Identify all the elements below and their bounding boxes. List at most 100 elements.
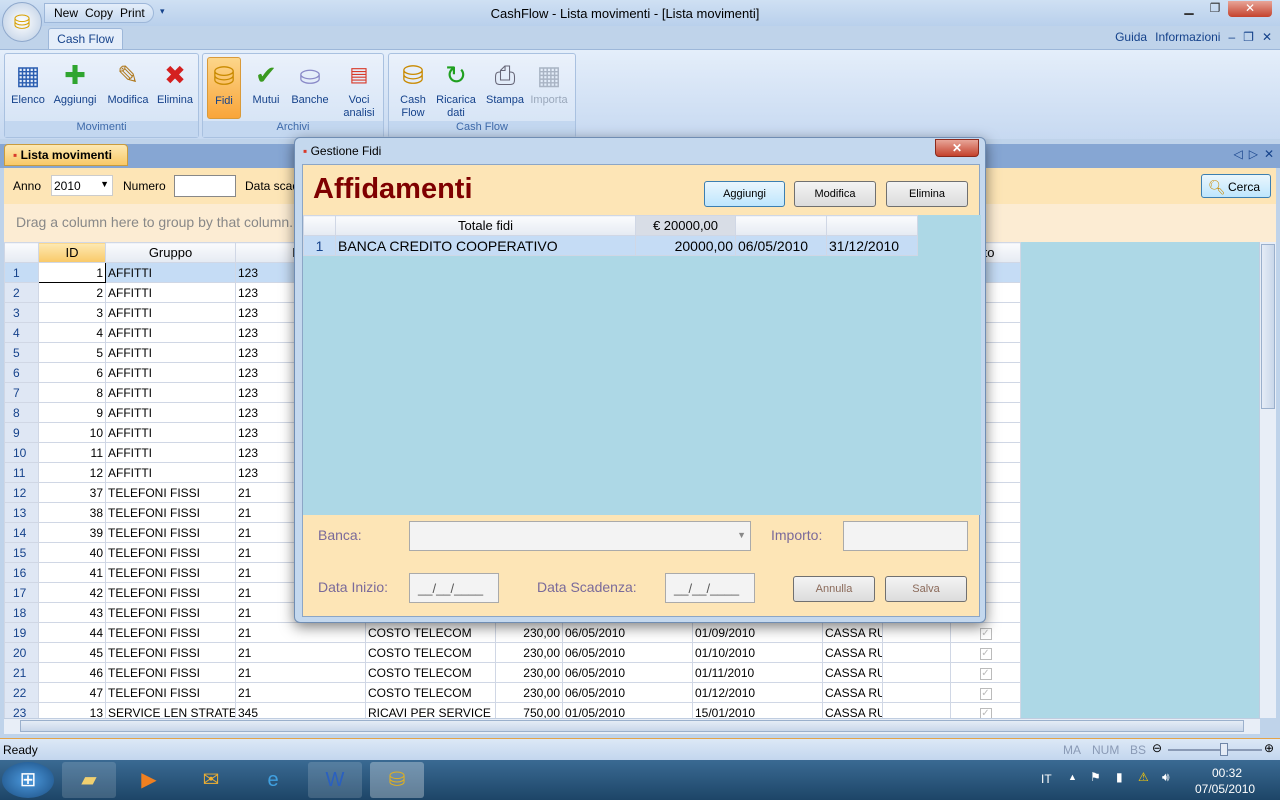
row-header[interactable]: 5 <box>4 342 39 363</box>
cell[interactable]: CASSA RU <box>822 702 883 718</box>
row-header[interactable]: 18 <box>4 602 39 623</box>
zoom-slider-thumb[interactable] <box>1219 743 1228 756</box>
fidi-button[interactable]: ⛁ Fidi <box>207 57 241 119</box>
cell[interactable]: RICAVI PER SERVICE L <box>365 702 496 718</box>
cell[interactable]: TELEFONI FISSI <box>105 662 236 683</box>
row-header[interactable]: 15 <box>4 542 39 563</box>
table-row[interactable]: 19 44 TELEFONI FISSI 21 COSTO TELECOM 230,00 0… <box>4 622 1021 643</box>
importo-input[interactable] <box>843 521 968 551</box>
checkbox[interactable]: ✓ <box>979 708 992 718</box>
cell[interactable]: 21 <box>235 622 366 643</box>
tab-prev-icon[interactable]: ◁ <box>1233 147 1242 161</box>
cell[interactable] <box>882 662 951 683</box>
cell[interactable]: 230,00 <box>495 622 563 643</box>
tab-lista-movimenti[interactable]: ▪ Lista movimenti <box>4 144 128 166</box>
cell[interactable]: 21 <box>235 642 366 663</box>
tab-cash-flow[interactable]: Cash Flow <box>48 28 123 50</box>
cell[interactable]: 01/10/2010 <box>692 642 823 663</box>
row-header[interactable]: 1 <box>4 262 39 283</box>
cell[interactable] <box>882 642 951 663</box>
cell[interactable]: AFFITTI <box>105 362 236 383</box>
cell[interactable]: 38 <box>38 502 106 523</box>
row-header[interactable]: 23 <box>4 702 39 718</box>
cell[interactable]: 06/05/2010 <box>735 235 827 256</box>
vertical-scrollbar[interactable] <box>1259 242 1276 718</box>
cell[interactable]: AFFITTI <box>105 382 236 403</box>
voci-analisi-button[interactable]: ▤ Voci analisi <box>339 57 379 119</box>
cell[interactable]: 46 <box>38 662 106 683</box>
cell[interactable]: TELEFONI FISSI <box>105 682 236 703</box>
table-row[interactable]: 22 47 TELEFONI FISSI 21 COSTO TELECOM 230,00 0… <box>4 682 1021 703</box>
row-header[interactable]: 8 <box>4 402 39 423</box>
cell[interactable]: 44 <box>38 622 106 643</box>
tab-close-icon[interactable]: ✕ <box>1264 147 1274 161</box>
flag-icon[interactable]: ⚑ <box>1090 770 1101 784</box>
cell[interactable]: 3 <box>38 302 106 323</box>
aggiungi-button[interactable]: Aggiungi <box>704 181 785 207</box>
column-header[interactable]: Gruppo <box>105 242 236 263</box>
cell[interactable]: 01/05/2010 <box>562 702 693 718</box>
cell[interactable]: 37 <box>38 482 106 503</box>
checkbox[interactable]: ✓ <box>979 688 992 700</box>
cell[interactable]: TELEFONI FISSI <box>105 542 236 563</box>
modifica-button[interactable]: Modifica <box>794 181 876 207</box>
cell[interactable]: AFFITTI <box>105 262 236 283</box>
volume-icon[interactable]: 🔊︎ <box>1162 770 1170 785</box>
zoom-out-icon[interactable]: ⊖ <box>1152 741 1162 755</box>
cell[interactable]: 8 <box>38 382 106 403</box>
row-header[interactable]: 9 <box>4 422 39 443</box>
checkbox[interactable]: ✓ <box>979 668 992 680</box>
info-link[interactable]: Informazioni <box>1155 30 1220 44</box>
taskbar-outlook[interactable]: ✉ <box>184 762 238 798</box>
cell[interactable]: AFFITTI <box>105 282 236 303</box>
maximize-button[interactable]: ❐ <box>1202 1 1228 17</box>
checkbox[interactable]: ✓ <box>979 628 992 640</box>
battery-icon[interactable]: ▮ <box>1116 770 1123 784</box>
row-header[interactable]: 13 <box>4 502 39 523</box>
cell[interactable]: AFFITTI <box>105 302 236 323</box>
cell[interactable]: TELEFONI FISSI <box>105 502 236 523</box>
cell[interactable]: 21 <box>235 662 366 683</box>
cell[interactable]: 12 <box>38 462 106 483</box>
cell[interactable]: 230,00 <box>495 662 563 683</box>
mdi-close-icon[interactable]: ✕ <box>1262 30 1272 44</box>
cell[interactable]: 42 <box>38 582 106 603</box>
taskbar-media-player[interactable]: ▶ <box>122 762 176 798</box>
numero-input[interactable] <box>174 175 236 197</box>
row-header[interactable]: 6 <box>4 362 39 383</box>
taskbar-cashflow[interactable]: ⛁ <box>370 762 424 798</box>
stampa-button[interactable]: ⎙ Stampa <box>485 57 525 119</box>
zoom-slider[interactable] <box>1168 743 1262 756</box>
data-scadenza-input[interactable]: __/__/____ <box>665 573 755 603</box>
cell[interactable]: 13 <box>38 702 106 718</box>
checkbox[interactable]: ✓ <box>979 648 992 660</box>
row-header[interactable]: 4 <box>4 322 39 343</box>
clock-date[interactable]: 07/05/2010 <box>1195 782 1255 796</box>
column-header[interactable]: ID <box>38 242 106 263</box>
close-button[interactable]: ✕ <box>1228 1 1272 17</box>
cell[interactable]: 230,00 <box>495 682 563 703</box>
elenco-button[interactable]: ▦ Elenco <box>9 57 47 119</box>
cell[interactable]: 5 <box>38 342 106 363</box>
network-warning-icon[interactable]: ⚠ <box>1138 770 1149 784</box>
cell[interactable]: ✓ <box>950 662 1021 683</box>
cell[interactable]: 31/12/2010 <box>826 235 918 256</box>
aggiungi-button[interactable]: ✚ Aggiungi <box>49 57 101 119</box>
cell[interactable]: 45 <box>38 642 106 663</box>
cell[interactable]: ✓ <box>950 642 1021 663</box>
cell[interactable]: 20000,00 <box>635 235 736 256</box>
cell[interactable]: 750,00 <box>495 702 563 718</box>
row-header[interactable]: 3 <box>4 302 39 323</box>
cell[interactable]: 40 <box>38 542 106 563</box>
scroll-thumb[interactable] <box>1261 244 1275 409</box>
row-header[interactable]: 22 <box>4 682 39 703</box>
cell[interactable]: 43 <box>38 602 106 623</box>
cell[interactable]: 21 <box>235 682 366 703</box>
cell[interactable]: 4 <box>38 322 106 343</box>
cell[interactable]: 15/01/2010 <box>692 702 823 718</box>
salva-button[interactable]: Salva <box>885 576 967 602</box>
help-link[interactable]: Guida <box>1115 30 1147 44</box>
scroll-thumb[interactable] <box>20 720 1244 732</box>
cell[interactable]: TELEFONI FISSI <box>105 602 236 623</box>
cell[interactable]: AFFITTI <box>105 342 236 363</box>
